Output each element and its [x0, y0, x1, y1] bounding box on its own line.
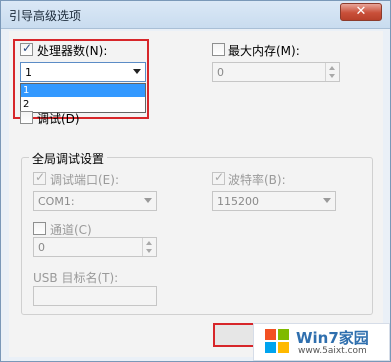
- max-memory-stepper[interactable]: 0: [212, 62, 340, 82]
- max-memory-label: 最大内存(M):: [228, 44, 300, 58]
- dialog-title: 引导高级选项: [9, 9, 82, 23]
- close-button[interactable]: ✕: [340, 3, 382, 21]
- close-icon: ✕: [355, 4, 367, 19]
- stepper-buttons[interactable]: [142, 238, 156, 256]
- processors-checkbox[interactable]: ✓: [20, 41, 33, 56]
- debug-checkbox[interactable]: [20, 111, 33, 124]
- max-memory-checkbox[interactable]: [212, 43, 225, 56]
- chevron-down-icon: [144, 198, 152, 203]
- chevron-up-icon: [329, 66, 335, 70]
- debug-port-label: 调试端口(E):: [50, 173, 119, 187]
- windows-logo-icon: [265, 329, 289, 353]
- chevron-down-icon: [133, 69, 141, 74]
- usb-target-input[interactable]: [33, 286, 157, 306]
- boot-advanced-options-dialog: 引导高级选项 ✕ ✓ 处理器数(N): 1 1 2 调试(D) 最大内存(M):…: [0, 0, 391, 362]
- baud-rate-label: 波特率(B):: [228, 173, 286, 187]
- baud-rate-select[interactable]: 115200: [212, 191, 336, 211]
- debug-label: 调试(D): [37, 112, 80, 126]
- channel-stepper[interactable]: 0: [33, 237, 157, 257]
- stepper-buttons[interactable]: [325, 63, 339, 81]
- max-memory-value: 0: [217, 66, 224, 79]
- processors-select[interactable]: 1: [20, 62, 146, 82]
- chevron-down-icon: [329, 74, 335, 78]
- baud-rate-value: 115200: [217, 195, 259, 208]
- chevron-down-icon: [146, 249, 152, 253]
- chevron-up-icon: [146, 241, 152, 245]
- channel-checkbox[interactable]: [33, 222, 46, 235]
- debug-port-value: COM1:: [38, 195, 75, 208]
- dialog-body: ✓ 处理器数(N): 1 1 2 调试(D) 最大内存(M): 0 全局调试设置: [9, 31, 383, 357]
- debug-port-select[interactable]: COM1:: [33, 191, 157, 211]
- checkmark-icon: ✓: [22, 41, 33, 55]
- checkmark-icon: ✓: [214, 170, 225, 184]
- processors-option[interactable]: 1: [21, 84, 145, 97]
- usb-target-label: USB 目标名(T):: [33, 271, 119, 285]
- watermark-brand: Win7家园: [296, 329, 369, 347]
- title-bar: 引导高级选项 ✕: [1, 1, 390, 29]
- checkmark-icon: ✓: [35, 170, 46, 184]
- chevron-down-icon: [323, 198, 331, 203]
- debug-port-checkbox[interactable]: ✓: [33, 170, 46, 185]
- watermark: Win7家园 www.5aixt.com: [253, 323, 390, 361]
- processors-selected-value: 1: [25, 66, 32, 79]
- watermark-url: www.5aixt.com: [298, 346, 367, 356]
- processors-label: 处理器数(N):: [37, 44, 108, 58]
- baud-rate-checkbox[interactable]: ✓: [212, 170, 225, 185]
- global-debug-legend: 全局调试设置: [29, 150, 108, 167]
- channel-label: 通道(C): [50, 223, 92, 237]
- channel-value: 0: [38, 241, 45, 254]
- processors-dropdown-list: 1 2: [20, 83, 146, 113]
